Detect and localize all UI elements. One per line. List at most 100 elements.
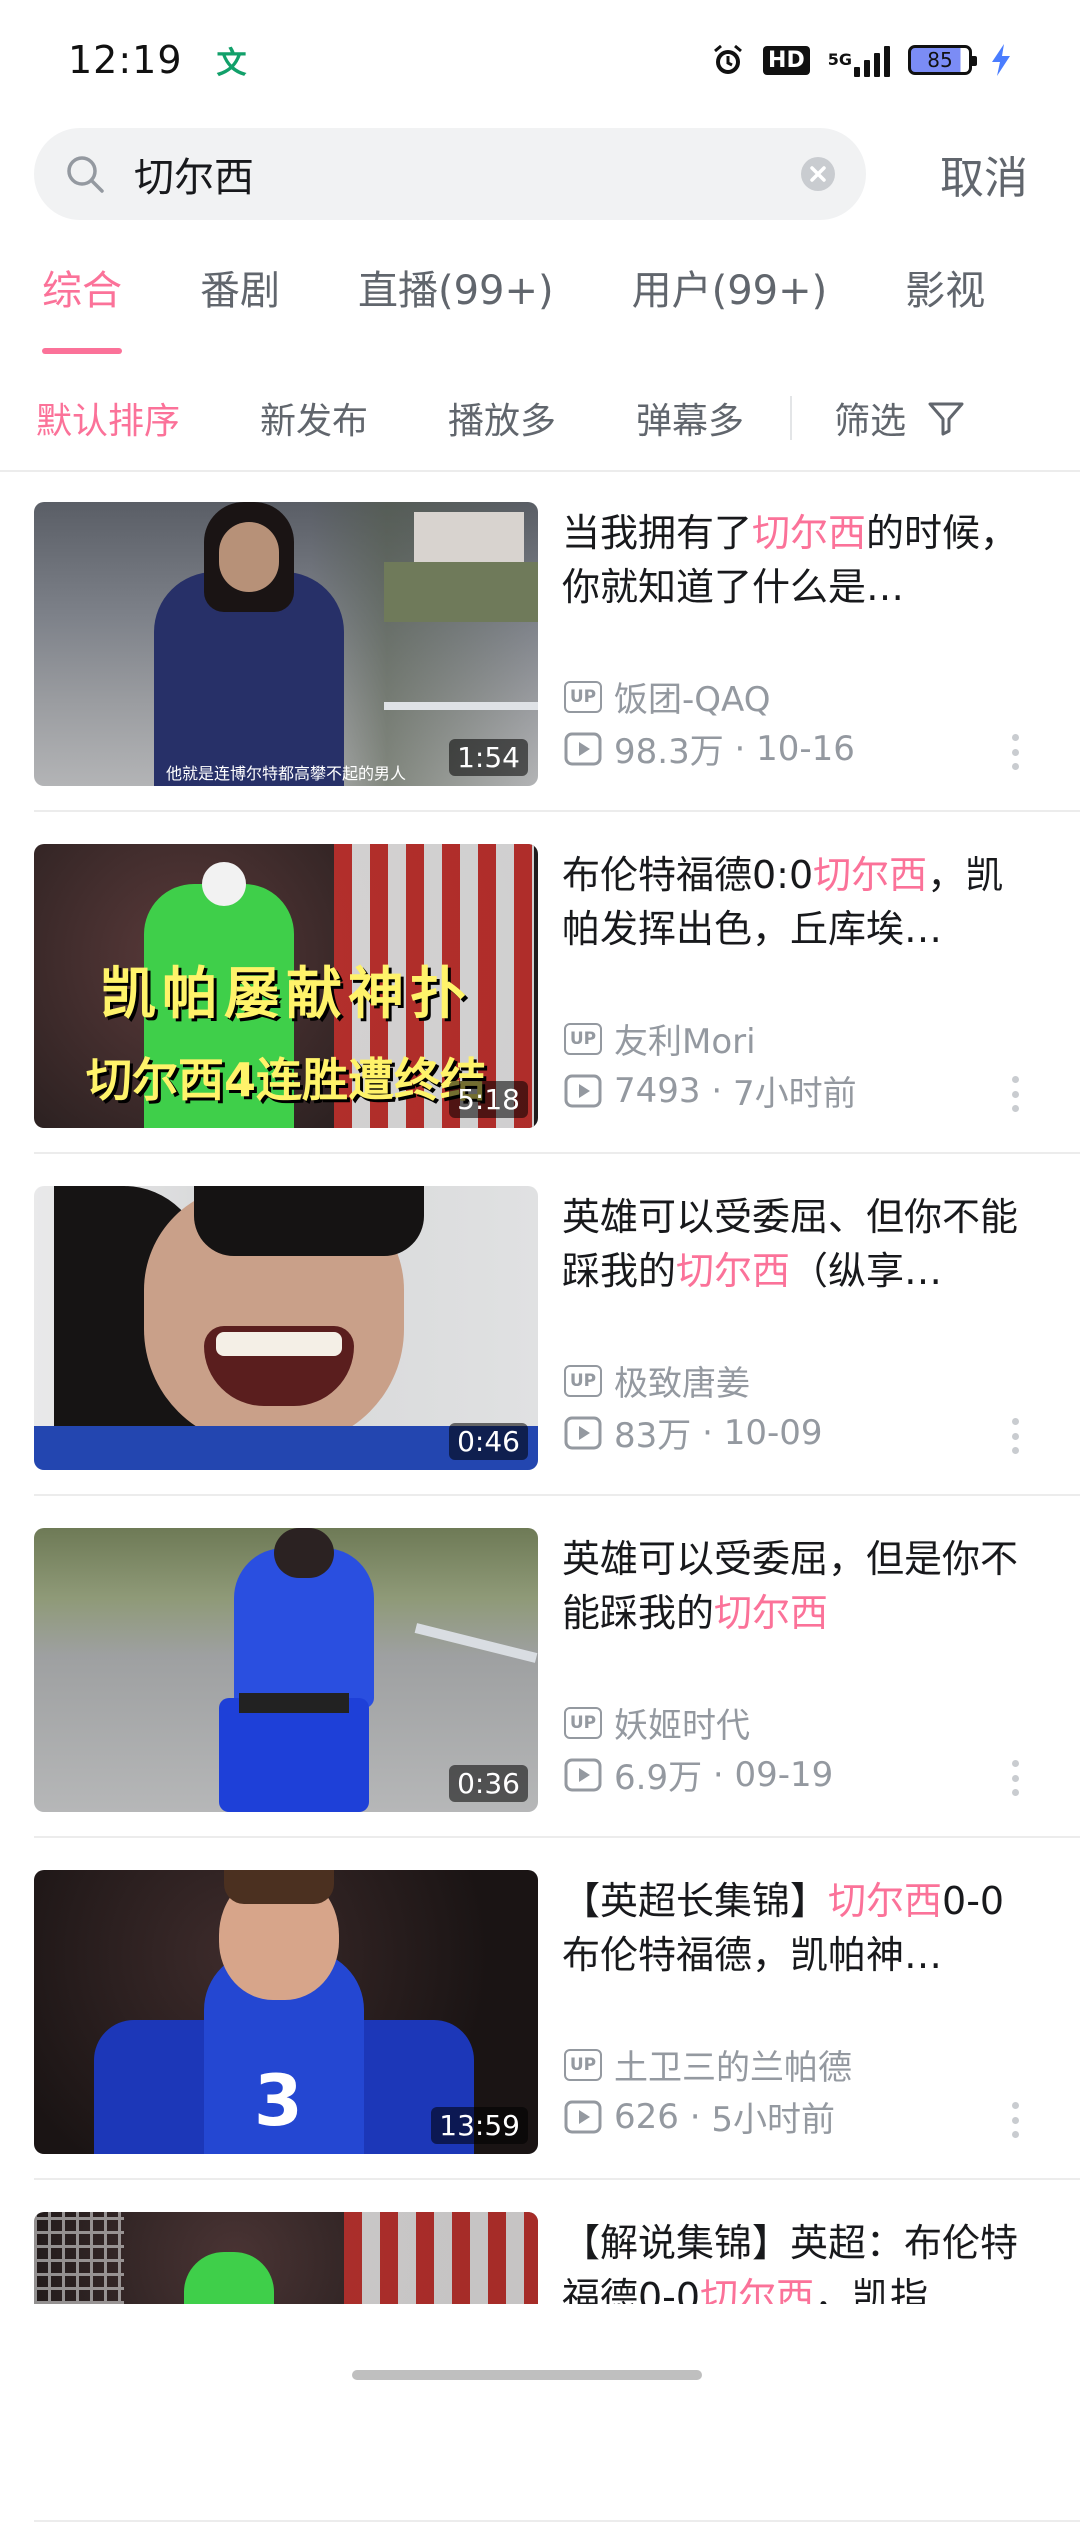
meta-separator: ·	[702, 1754, 735, 1795]
uploader-name: 饭团-QAQ	[614, 680, 771, 720]
meta-separator: ·	[691, 1412, 724, 1453]
more-icon[interactable]	[1008, 1760, 1022, 1796]
video-title: 布伦特福德0:0切尔西，凯帕发挥出色，丘库埃…	[562, 848, 1022, 956]
video-title: 当我拥有了切尔西的时候，你就知道了什么是…	[562, 506, 1022, 614]
title-text-rest: （纵享…	[790, 1249, 943, 1293]
meta-separator: ·	[678, 2096, 712, 2137]
thumbnail-headline: 凯帕屡献神扑	[100, 962, 472, 1027]
more-icon[interactable]	[1008, 1076, 1022, 1112]
view-count: 7493	[614, 1070, 701, 1111]
video-thumbnail: 他就是连博尔特都高攀不起的男人 1:54	[34, 502, 538, 786]
video-thumbnail: 凯帕屡献神扑 切尔西4连胜遭终结 5:18	[34, 844, 538, 1128]
more-icon[interactable]	[1008, 2102, 1022, 2138]
publish-date: 09-19	[734, 1754, 834, 1795]
meta-separator: ·	[723, 728, 757, 769]
uploader-icon: UP	[564, 1022, 602, 1055]
video-list: 他就是连博尔特都高攀不起的男人 1:54 当我拥有了切尔西的时候，你就知道了什么…	[0, 470, 1080, 2522]
sort-row: 默认排序 新发布 播放多 弹幕多 筛选	[0, 388, 1080, 448]
video-duration: 13:59	[431, 2107, 528, 2144]
uploader-name: 友利Mori	[614, 1022, 756, 1062]
tab-movies[interactable]: 影视	[905, 258, 985, 358]
sort-most-played[interactable]: 播放多	[448, 392, 556, 444]
uploader-name: 土卫三的兰帕德	[614, 2048, 852, 2088]
video-thumbnail: 0:36	[34, 1528, 538, 1812]
sort-divider	[790, 396, 793, 440]
filter-icon	[928, 402, 964, 436]
status-bar: 12:19 文 HD 5G 85	[0, 0, 1080, 120]
publish-date: 10-09	[723, 1412, 823, 1453]
publish-date: 10-16	[756, 728, 855, 769]
play-count-icon	[564, 732, 602, 765]
video-info: 当我拥有了切尔西的时候，你就知道了什么是… UP 饭团-QAQ 98.3万 · …	[562, 506, 1022, 792]
view-count: 83万	[614, 1416, 692, 1456]
video-thumbnail: 3 13:59	[34, 1870, 538, 2154]
tab-comprehensive[interactable]: 综合	[42, 258, 122, 358]
search-input[interactable]	[134, 151, 754, 197]
tab-bangumi[interactable]: 番剧	[200, 258, 280, 358]
title-highlight: 切尔西	[676, 1249, 791, 1293]
title-text: 布伦特福德0:0	[562, 853, 814, 897]
charging-bolt-icon	[990, 43, 1012, 77]
video-duration: 5:18	[449, 1081, 528, 1118]
video-info: 【英超长集锦】切尔西0-0布伦特福德，凯帕神… UP 土卫三的兰帕德 626 ·…	[562, 1874, 1022, 2160]
video-item[interactable]: 3 13:59 【英超长集锦】切尔西0-0布伦特福德，凯帕神… UP 土卫三的兰…	[0, 1838, 1080, 2180]
video-duration: 0:46	[449, 1423, 528, 1460]
uploader-icon: UP	[564, 1706, 602, 1739]
video-duration: 1:54	[449, 739, 528, 776]
view-count: 626	[614, 2096, 679, 2137]
video-title: 英雄可以受委屈，但是你不能踩我的切尔西	[562, 1532, 1022, 1640]
video-info: 布伦特福德0:0切尔西，凯帕发挥出色，丘库埃… UP 友利Mori 7493 ·…	[562, 848, 1022, 1134]
video-item[interactable]: 0:36 英雄可以受委屈，但是你不能踩我的切尔西 UP 妖姬时代 6.9万 · …	[0, 1496, 1080, 1838]
publish-date: 7小时前	[732, 1074, 857, 1114]
title-text: 当我拥有了	[562, 511, 753, 555]
filter-button[interactable]: 筛选	[834, 392, 966, 444]
tab-live[interactable]: 直播(99+)	[358, 258, 554, 358]
uploader-name: 极致唐姜	[614, 1364, 750, 1404]
status-icons: HD 5G 85	[711, 43, 1012, 77]
result-tabs: 综合 番剧 直播(99+) 用户(99+) 影视	[0, 258, 1080, 358]
video-title: 英雄可以受委屈、但你不能踩我的切尔西（纵享…	[562, 1190, 1022, 1298]
cancel-button[interactable]: 取消	[940, 142, 1054, 206]
title-highlight: 切尔西	[813, 853, 928, 897]
video-info: 英雄可以受委屈，但是你不能踩我的切尔西 UP 妖姬时代 6.9万 · 09-19	[562, 1532, 1022, 1818]
view-count: 6.9万	[614, 1758, 703, 1798]
stats-row: 83万 · 10-09	[564, 1408, 823, 1457]
meta-separator: ·	[700, 1070, 733, 1111]
stats-row: 6.9万 · 09-19	[564, 1750, 833, 1799]
video-duration: 0:36	[449, 1765, 528, 1802]
play-count-icon	[564, 2100, 602, 2133]
bottom-safe-area	[0, 2304, 1080, 2412]
video-title: 【英超长集锦】切尔西0-0布伦特福德，凯帕神…	[562, 1874, 1022, 1982]
video-item[interactable]: 0:46 英雄可以受委屈、但你不能踩我的切尔西（纵享… UP 极致唐姜 83万 …	[0, 1154, 1080, 1496]
play-count-icon	[564, 1416, 602, 1449]
sort-default[interactable]: 默认排序	[36, 392, 180, 444]
sort-newest[interactable]: 新发布	[260, 392, 368, 444]
more-icon[interactable]	[1008, 1418, 1022, 1454]
battery-level: 85	[927, 48, 953, 72]
search-box[interactable]	[34, 128, 866, 220]
publish-date: 5小时前	[711, 2100, 835, 2140]
uploader-icon: UP	[564, 680, 602, 713]
sort-most-danmaku[interactable]: 弹幕多	[636, 392, 744, 444]
play-count-icon	[564, 1758, 602, 1791]
home-indicator[interactable]	[352, 2370, 702, 2380]
title-highlight: 切尔西	[828, 1879, 943, 1923]
uploader-row: UP 极致唐姜	[564, 1356, 750, 1405]
clear-icon[interactable]	[800, 156, 836, 192]
title-highlight: 切尔西	[714, 1591, 829, 1635]
view-count: 98.3万	[614, 732, 724, 772]
stats-row: 7493 · 7小时前	[564, 1066, 857, 1115]
jersey-number: 3	[254, 2060, 303, 2142]
hd-voice-badge: HD	[763, 45, 810, 75]
stats-row: 626 · 5小时前	[564, 2092, 835, 2141]
uploader-name: 妖姬时代	[614, 1706, 750, 1746]
search-row: 取消	[34, 128, 1054, 220]
alarm-icon	[711, 43, 745, 77]
more-icon[interactable]	[1008, 734, 1022, 770]
uploader-row: UP 土卫三的兰帕德	[564, 2040, 852, 2089]
video-item[interactable]: 凯帕屡献神扑 切尔西4连胜遭终结 5:18 布伦特福德0:0切尔西，凯帕发挥出色…	[0, 812, 1080, 1154]
video-item[interactable]: 他就是连博尔特都高攀不起的男人 1:54 当我拥有了切尔西的时候，你就知道了什么…	[0, 470, 1080, 812]
video-info: 英雄可以受委屈、但你不能踩我的切尔西（纵享… UP 极致唐姜 83万 · 10-…	[562, 1190, 1022, 1476]
tab-users[interactable]: 用户(99+)	[632, 258, 828, 358]
uploader-row: UP 饭团-QAQ	[564, 672, 770, 721]
